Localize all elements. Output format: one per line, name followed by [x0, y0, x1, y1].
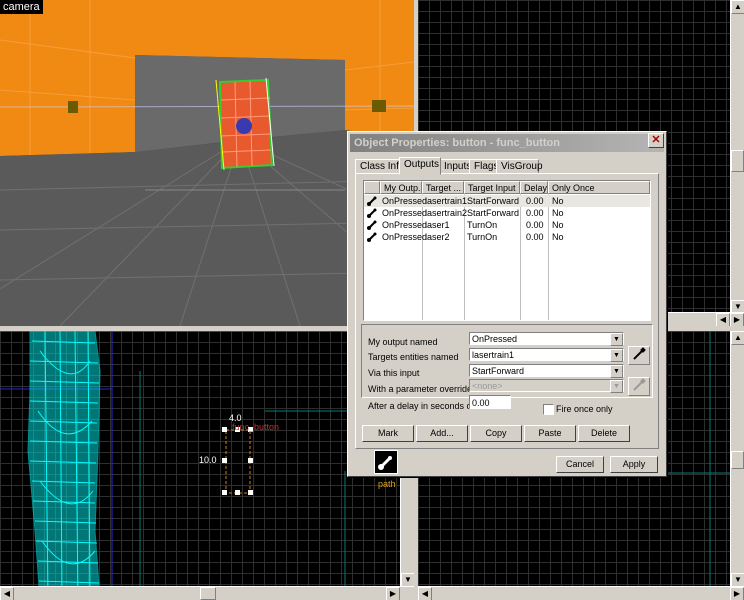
row-input: StartForward — [467, 208, 520, 218]
scroll-left-icon[interactable]: ◀ — [716, 313, 730, 326]
tab-flags[interactable]: Flags — [469, 159, 499, 174]
list-item[interactable]: OnPressed laser1 TurnOn 0.00 No — [364, 219, 650, 231]
row-delay: 0.00 — [526, 208, 544, 218]
tab-outputs[interactable]: Outputs — [399, 157, 441, 175]
column-header-icon[interactable] — [364, 181, 380, 194]
chevron-down-icon[interactable]: ▼ — [610, 333, 623, 346]
cancel-button[interactable]: Cancel — [556, 456, 604, 473]
targets-value: lasertrain1 — [472, 350, 515, 360]
column-header-only-once[interactable]: Only Once — [548, 181, 650, 194]
eyedropper-targets-button[interactable] — [628, 346, 650, 365]
row-once: No — [552, 196, 564, 206]
horizontal-scrollbar-bl[interactable]: ◀ ▶ — [0, 586, 414, 600]
mark-button[interactable]: Mark — [362, 425, 414, 442]
vertical-scrollbar[interactable]: ▲ ▼ — [730, 0, 744, 314]
row-delay: 0.00 — [526, 232, 544, 242]
row-output: OnPressed — [382, 220, 428, 230]
scroll-left-icon[interactable]: ◀ — [0, 587, 14, 600]
list-item[interactable]: OnPressed lasertrain1 StartForward 0.00 … — [364, 195, 650, 207]
column-header-delay[interactable]: Delay — [520, 181, 548, 194]
chevron-down-icon[interactable]: ▼ — [610, 380, 623, 393]
scroll-right-icon[interactable]: ▶ — [730, 313, 744, 326]
chevron-down-icon[interactable]: ▼ — [610, 349, 623, 362]
row-input: TurnOn — [467, 232, 498, 242]
output-connection-icon — [374, 450, 398, 474]
scroll-right-icon[interactable]: ▶ — [730, 587, 744, 600]
camera-viewport-label: camera — [0, 0, 43, 14]
func-button-object — [215, 77, 275, 171]
targets-select[interactable]: lasertrain1 ▼ — [469, 348, 624, 362]
output-named-label: My output named — [368, 337, 438, 347]
horizontal-scrollbar-br[interactable]: ◀ ▶ — [418, 586, 744, 600]
row-output: OnPressed — [382, 208, 428, 218]
close-button[interactable]: ✕ — [648, 133, 664, 148]
row-delay: 0.00 — [526, 220, 544, 230]
apply-button[interactable]: Apply — [610, 456, 658, 473]
row-output: OnPressed — [382, 232, 428, 242]
scroll-thumb[interactable] — [731, 150, 744, 172]
paste-button[interactable]: Paste — [524, 425, 576, 442]
scroll-thumb[interactable] — [731, 451, 744, 469]
via-input-label: Via this input — [368, 368, 420, 378]
row-target: laser2 — [425, 232, 450, 242]
row-input: TurnOn — [467, 220, 498, 230]
outputs-list[interactable]: My Outp... Target ... Target Input Delay… — [363, 180, 651, 321]
column-header-my-output[interactable]: My Outp... — [380, 181, 422, 194]
list-item[interactable]: OnPressed lasertrain2 StartForward 0.00 … — [364, 207, 650, 219]
vertical-scrollbar-br[interactable]: ▲ ▼ — [730, 331, 744, 587]
height-readout: 10.0 — [199, 455, 217, 465]
row-once: No — [552, 232, 564, 242]
connection-icon — [366, 231, 378, 246]
column-header-target-input[interactable]: Target Input — [464, 181, 520, 194]
scroll-left-icon[interactable]: ◀ — [418, 587, 432, 600]
add-button[interactable]: Add... — [416, 425, 468, 442]
scroll-down-icon[interactable]: ▼ — [401, 573, 414, 587]
parameter-select[interactable]: <none> ▼ — [469, 379, 624, 393]
parameter-value: <none> — [472, 381, 503, 391]
eyedropper-icon — [632, 378, 646, 395]
output-named-value: OnPressed — [472, 334, 518, 344]
scroll-thumb[interactable] — [200, 587, 216, 600]
parameter-label: With a parameter override of — [368, 384, 483, 394]
delete-button[interactable]: Delete — [578, 425, 630, 442]
delay-label: After a delay in seconds of — [368, 401, 475, 411]
delay-input[interactable]: 0.00 — [469, 395, 511, 409]
row-input: StartForward — [467, 196, 520, 206]
dialog-title[interactable]: Object Properties: button - func_button — [350, 134, 664, 152]
via-input-select[interactable]: StartForward ▼ — [469, 364, 624, 378]
scroll-up-icon[interactable]: ▲ — [731, 331, 744, 345]
output-named-select[interactable]: OnPressed ▼ — [469, 332, 624, 346]
chevron-down-icon[interactable]: ▼ — [610, 365, 623, 378]
row-once: No — [552, 208, 564, 218]
entity-name-label: func_button — [232, 422, 280, 432]
scroll-up-icon[interactable]: ▲ — [731, 0, 744, 14]
eyedropper-icon — [632, 347, 646, 364]
row-output: OnPressed — [382, 196, 428, 206]
path-label: path — [378, 479, 396, 489]
scroll-right-icon[interactable]: ▶ — [386, 587, 400, 600]
tab-visgroup[interactable]: VisGroup — [496, 159, 543, 174]
row-target: laser1 — [425, 220, 450, 230]
copy-button[interactable]: Copy — [470, 425, 522, 442]
row-delay: 0.00 — [526, 196, 544, 206]
row-once: No — [552, 220, 564, 230]
selected-entity-box — [222, 427, 253, 495]
row-target: lasertrain1 — [425, 196, 468, 206]
row-target: lasertrain2 — [425, 208, 468, 218]
object-properties-dialog: Object Properties: button - func_button … — [347, 131, 667, 477]
list-item[interactable]: OnPressed laser2 TurnOn 0.00 No — [364, 231, 650, 243]
targets-label: Targets entities named — [368, 352, 459, 362]
tab-inputs[interactable]: Inputs — [439, 159, 471, 174]
column-header-target[interactable]: Target ... — [422, 181, 464, 194]
via-input-value: StartForward — [472, 366, 525, 376]
scroll-down-icon[interactable]: ▼ — [731, 573, 744, 587]
fire-once-label: Fire once only — [556, 404, 613, 414]
wireframe-model — [27, 331, 101, 600]
fire-once-checkbox[interactable] — [543, 404, 554, 415]
eyedropper-parameter-button[interactable] — [628, 377, 650, 396]
tab-class-info[interactable]: Class Info — [355, 159, 404, 174]
